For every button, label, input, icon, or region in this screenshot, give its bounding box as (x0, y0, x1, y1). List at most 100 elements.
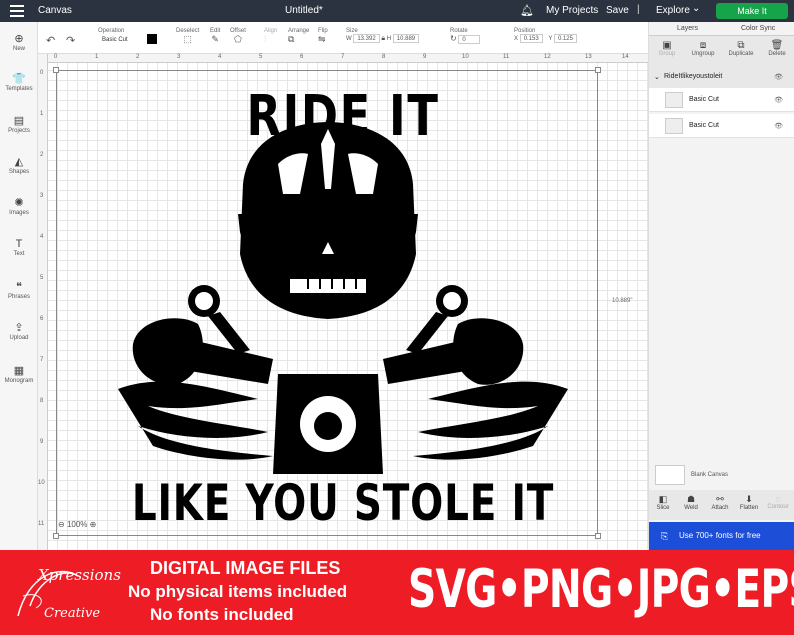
banner-line-2: No physical items included (128, 582, 348, 601)
offset-button[interactable]: Offset ⬠ (230, 28, 246, 45)
gift-icon: ⎘ (661, 531, 669, 541)
ruler-tick: 8 (40, 398, 44, 404)
delete-label: Delete (768, 51, 786, 57)
tool-new[interactable]: ⊕ New (0, 32, 38, 52)
rotate-control: Rotate ↻ 0 (450, 28, 481, 44)
right-panel: Layers Color Sync ▣ Group ⧈ Ungroup ⧉ Dupli… (648, 22, 794, 550)
eye-icon[interactable]: 👁︎ (774, 122, 783, 130)
plus-icon: ⊕ (14, 33, 24, 45)
deselect-icon: ⬚ (183, 34, 192, 44)
app-name: Canvas (38, 5, 72, 16)
eye-icon[interactable]: 👁︎ (774, 96, 783, 104)
separator: | (637, 4, 640, 15)
layer-group[interactable]: ⌄ RideItlikeyoustoleit 👁︎ (649, 70, 794, 84)
document-title[interactable]: Untitled* (285, 5, 323, 16)
width-input[interactable]: 13.392 (353, 34, 380, 43)
arrange-button[interactable]: Arrange ⧉ (288, 28, 309, 45)
fonts-promo-banner[interactable]: ⎘ Use 700+ fonts for free (649, 522, 794, 550)
save-button[interactable]: Save (606, 5, 629, 16)
ruler-tick: 2 (40, 152, 44, 158)
tool-templates[interactable]: 👕 Templates (0, 72, 38, 92)
operation-control[interactable]: Operation Basic Cut (98, 28, 158, 44)
height-input[interactable]: 10.889 (392, 34, 420, 43)
banner-line-1: DIGITAL IMAGE FILES (150, 558, 341, 578)
monogram-icon: ▦ (13, 365, 25, 377)
contour-button[interactable]: ◌ Contour (764, 494, 792, 510)
redo-icon[interactable]: ↷ (66, 34, 75, 47)
tool-projects[interactable]: ▤ Projects (0, 114, 38, 134)
zoom-out-icon[interactable]: ⊖ (58, 520, 65, 529)
text-icon: T (15, 238, 23, 250)
layer-item[interactable]: Basic Cut 👁︎ (649, 114, 794, 138)
delete-button[interactable]: 🗑︎ Delete (759, 40, 794, 57)
tool-label: Projects (8, 128, 30, 134)
zoom-control[interactable]: ⊖ 100% ⊕ (58, 520, 96, 529)
tab-layers[interactable]: Layers (677, 25, 698, 32)
layer-item[interactable]: Basic Cut 👁︎ (649, 88, 794, 112)
rotate-input[interactable]: 0 (458, 35, 481, 44)
undo-icon[interactable]: ↶ (46, 34, 55, 47)
y-input[interactable]: 0.125 (553, 34, 577, 43)
tool-shapes[interactable]: ◭ Shapes (0, 155, 38, 175)
x-input[interactable]: 0.153 (519, 34, 543, 43)
bell-icon[interactable]: 🔔︎ (520, 4, 534, 17)
edit-button[interactable]: Edit ✎ (210, 28, 220, 45)
ungroup-button[interactable]: ⧈ Ungroup (685, 40, 721, 57)
resize-handle[interactable] (595, 67, 601, 73)
chevron-down-icon[interactable]: ⌄ (654, 73, 660, 81)
tool-phrases[interactable]: ❝ Phrases (0, 280, 38, 300)
ungroup-icon: ⧈ (699, 40, 707, 51)
explore-menu[interactable]: Explore (656, 5, 690, 16)
group-name: RideItlikeyoustoleit (664, 73, 723, 80)
deselect-button[interactable]: Deselect ⬚ (176, 28, 199, 45)
ruler-tick: 4 (218, 54, 222, 60)
line-color-swatch[interactable] (147, 34, 158, 44)
selection-box[interactable] (53, 67, 601, 539)
tool-label: Phrases (7, 294, 30, 300)
blank-canvas-label: Blank Canvas (691, 472, 729, 478)
ruler-tick: 0 (40, 70, 44, 76)
align-button[interactable]: Align ⫶ (264, 28, 277, 45)
flatten-icon: ⬇ (745, 494, 753, 504)
tool-images[interactable]: ✺ Images (0, 196, 38, 216)
ruler-tick: 5 (259, 54, 263, 60)
fonts-promo-text: Use 700+ fonts for free (679, 531, 761, 540)
operation-value[interactable]: Basic Cut (102, 37, 128, 43)
lock-icon[interactable]: 🔒︎ (381, 35, 385, 42)
tool-label: Templates (5, 86, 33, 92)
slice-icon: ◧ (658, 494, 668, 504)
zoom-in-icon[interactable]: ⊕ (90, 520, 97, 529)
resize-handle[interactable] (53, 533, 59, 539)
blank-canvas-swatch[interactable] (655, 465, 685, 485)
top-bar: Canvas Untitled* 🔔︎ My Projects Save | E… (0, 0, 794, 22)
offset-icon: ⬠ (234, 34, 242, 44)
duplicate-button[interactable]: ⧉ Duplicate (723, 40, 759, 57)
tool-text[interactable]: T Text (0, 238, 38, 257)
xpressions-logo: Xpressions Creative (8, 556, 121, 628)
weld-button[interactable]: ☗ Weld (677, 494, 705, 511)
ruler-tick: 14 (622, 54, 629, 60)
zoom-level: 100% (66, 520, 88, 529)
tool-monogram[interactable]: ▦ Monogram (0, 364, 38, 384)
tool-label: New (12, 46, 25, 52)
my-projects-link[interactable]: My Projects (546, 5, 598, 16)
group-icon: ▣ (662, 40, 672, 51)
make-it-button[interactable]: Make It (716, 3, 788, 19)
promo-banner: Xpressions Creative DIGITAL IMAGE FILES … (0, 550, 794, 635)
group-button[interactable]: ▣ Group (649, 40, 685, 57)
slice-button[interactable]: ◧ Slice (649, 494, 677, 511)
chevron-down-icon[interactable]: ⌄ (692, 3, 700, 14)
resize-handle[interactable] (53, 67, 59, 73)
rotate-icon: ↻ (450, 34, 457, 43)
shapes-icon: ◭ (14, 156, 24, 168)
tab-color-sync[interactable]: Color Sync (741, 25, 775, 32)
attach-button[interactable]: ⚯ Attach (706, 494, 734, 511)
eye-icon[interactable]: 👁︎ (774, 73, 783, 81)
layer-thumbnail (665, 118, 683, 134)
menu-icon[interactable] (10, 5, 24, 17)
flip-button[interactable]: Flip ⇋ (318, 28, 328, 45)
tool-upload[interactable]: ⇪ Upload (0, 321, 38, 341)
resize-handle[interactable] (595, 533, 601, 539)
flatten-button[interactable]: ⬇ Flatten (735, 494, 763, 511)
ruler-tick: 1 (40, 111, 44, 117)
